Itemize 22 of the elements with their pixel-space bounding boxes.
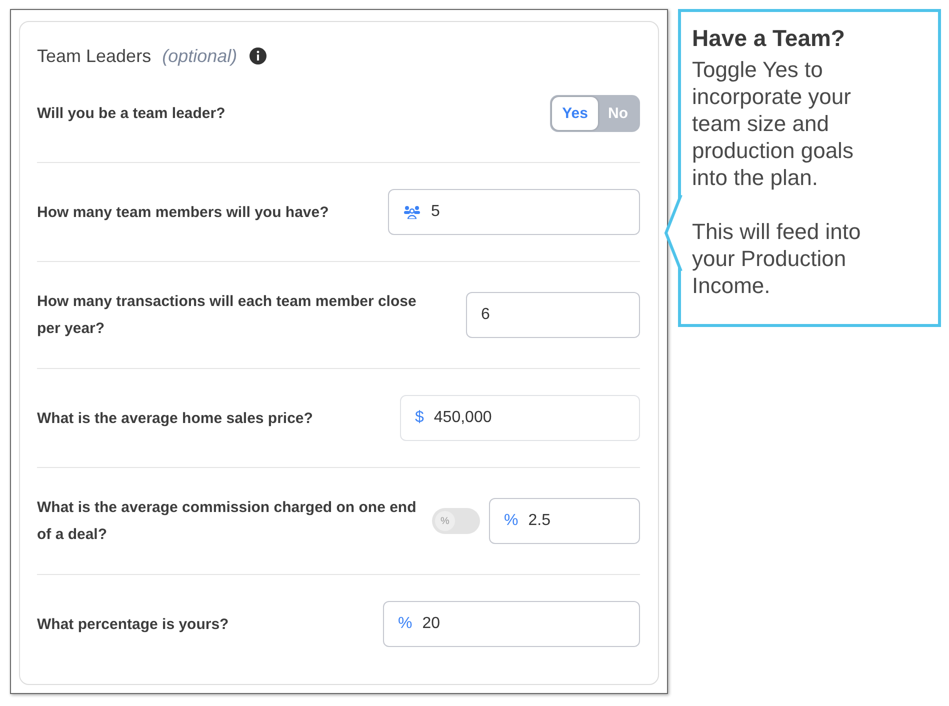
question-label: What is the average home sales price? bbox=[37, 408, 313, 428]
section-title: Team Leaders bbox=[37, 46, 152, 66]
question-label: What is the average commission charged on one end of a deal? bbox=[37, 498, 417, 545]
question-label: What percentage is yours? bbox=[37, 614, 229, 634]
info-icon bbox=[249, 47, 268, 65]
question-label: How many team members will you have? bbox=[37, 202, 329, 222]
number-field[interactable]: $ 450,000 bbox=[400, 395, 640, 441]
unit-prefix: % bbox=[504, 512, 518, 530]
number-field[interactable]: 5 bbox=[388, 189, 640, 235]
unit-prefix: $ bbox=[415, 409, 424, 427]
callout-text: Toggle Yes to incorporate your team size and production goals into the plan. bbox=[692, 56, 854, 191]
callout-text: This will feed into your Production Income. bbox=[692, 218, 862, 299]
toggle-option[interactable]: Yes bbox=[552, 96, 598, 130]
callout-title: Have a Team? bbox=[692, 25, 846, 52]
question-label: How many transactions will each team member close per year? bbox=[37, 292, 418, 339]
optional-note: (optional) bbox=[162, 46, 238, 66]
team-icon bbox=[403, 205, 421, 219]
number-field[interactable]: % 20 bbox=[383, 601, 640, 647]
number-field[interactable]: % 2.5 bbox=[489, 498, 640, 544]
unit-prefix: % bbox=[398, 615, 412, 633]
number-field[interactable]: 6 bbox=[466, 292, 640, 338]
question-label: Will you be a team leader? bbox=[37, 104, 226, 124]
